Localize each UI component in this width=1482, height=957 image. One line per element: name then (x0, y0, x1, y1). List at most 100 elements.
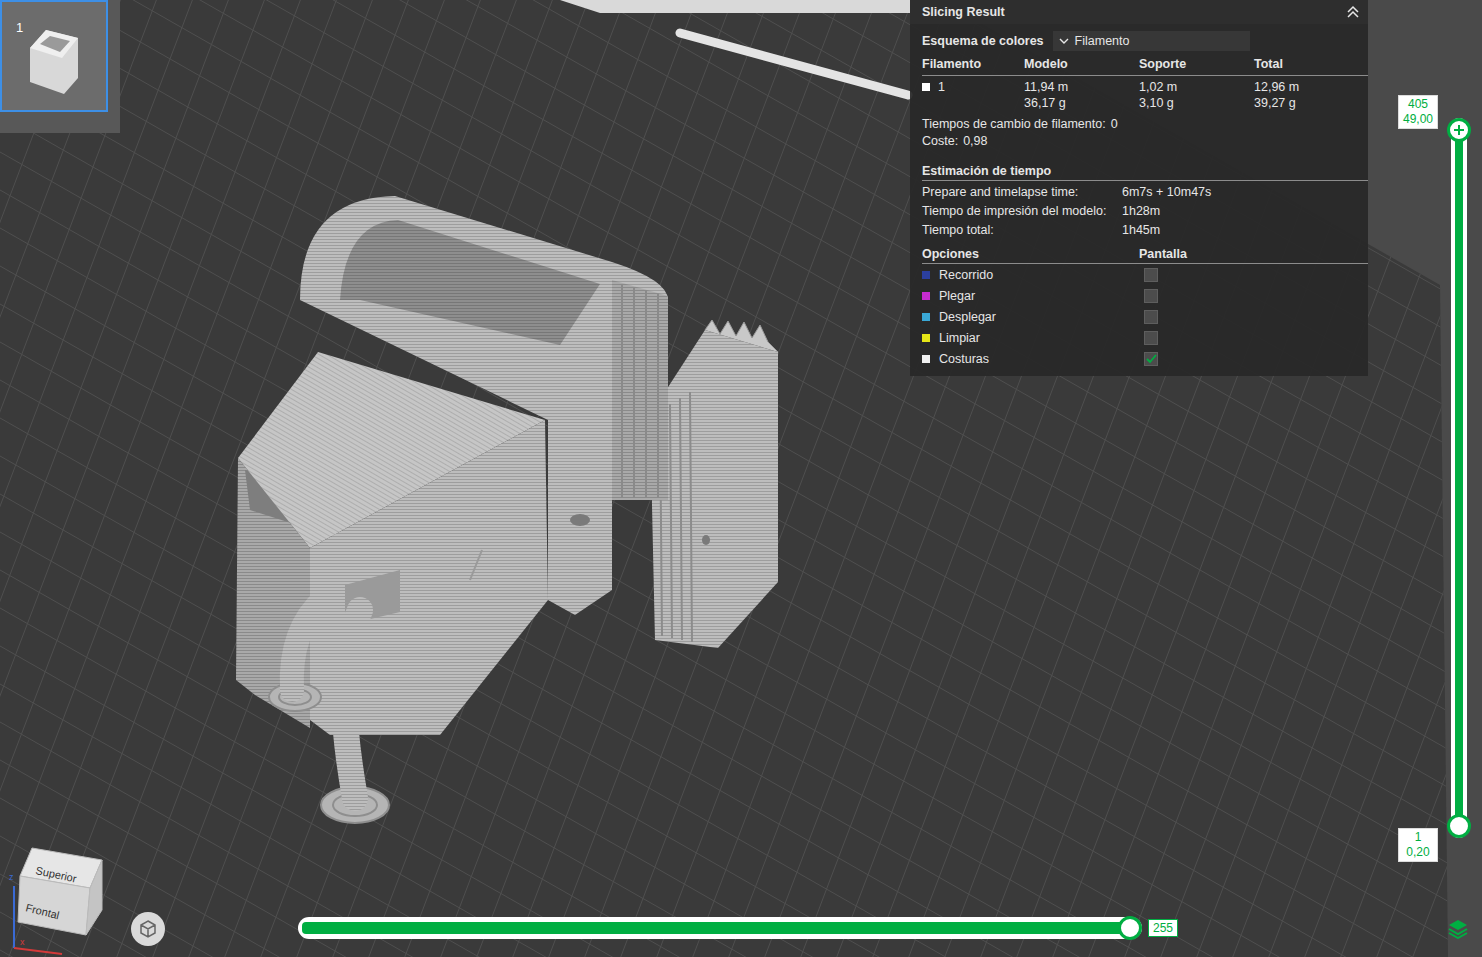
sliced-model[interactable] (236, 196, 778, 823)
z-axis (13, 886, 15, 948)
grid-line (0, 0, 272, 957)
move-slider-handle[interactable] (1118, 916, 1142, 940)
grid-line (1404, 0, 1482, 957)
grid-line (0, 760, 1482, 957)
option-row: Costuras (922, 348, 1368, 369)
color-scheme-label: Esquema de colores (922, 34, 1044, 48)
time-estimate-title: Estimación de tiempo (922, 162, 1368, 181)
move-slider-track[interactable] (298, 917, 1142, 939)
option-checkbox[interactable] (1144, 352, 1158, 366)
option-row: Desplegar (922, 306, 1368, 327)
model-thumbnail-icon (16, 18, 96, 108)
thumbnail-shape (40, 36, 70, 52)
x-axis-label: x (20, 937, 25, 947)
option-label: Desplegar (939, 310, 996, 324)
option-checkbox[interactable] (1144, 268, 1158, 282)
grid-line (1368, 0, 1482, 957)
lower-layer-handle[interactable] (1447, 814, 1471, 838)
cube-front-label: Frontal (25, 901, 61, 921)
option-swatch (922, 313, 930, 321)
plate-thumbnail[interactable]: 1 (0, 0, 108, 112)
option-label-cell: Costuras (922, 352, 1139, 366)
option-swatch (922, 292, 930, 300)
slicing-result-panel: Slicing Result Esquema de colores Filament… (910, 0, 1368, 376)
cost-row: Coste:0,98 (922, 132, 1368, 151)
lower-layer-number: 1 (1399, 830, 1437, 845)
option-label-cell: Plegar (922, 289, 1139, 303)
grid-line (0, 0, 92, 957)
support-cell: 1,02 m3,10 g (1139, 79, 1254, 111)
grid-line (180, 0, 560, 957)
plus-stroke (1454, 125, 1464, 135)
grid-line (0, 0, 1482, 399)
grid-line (576, 0, 956, 957)
option-label: Recorrido (939, 268, 993, 282)
panel-title-bar: Slicing Result (910, 0, 1368, 24)
time-value: 6m7s + 10m47s (1122, 183, 1368, 202)
grid-line (1440, 0, 1482, 957)
grid-line (0, 0, 164, 957)
upper-layer-handle[interactable] (1447, 118, 1471, 142)
collapse-chevron-icon[interactable] (1346, 5, 1360, 19)
grid-line (216, 0, 596, 957)
option-label-cell: Limpiar (922, 331, 1139, 345)
grid-line (648, 0, 1028, 957)
dropdown-chevron-icon (1059, 37, 1069, 45)
time-value: 1h45m (1122, 221, 1368, 240)
cube-view-icon (138, 919, 158, 939)
check-stroke (1147, 355, 1156, 362)
panel-body: Esquema de coloresFilamentoFilamentoMode… (910, 31, 1368, 369)
option-checkbox[interactable] (1144, 289, 1158, 303)
grid-line (0, 0, 1482, 893)
filament-number: 1 (938, 79, 945, 95)
option-row: Recorrido (922, 264, 1368, 285)
grid-line (0, 646, 1482, 957)
grid-line (0, 0, 1482, 817)
upper-layer-label: 40549,00 (1398, 95, 1438, 129)
total-value: 39,27 g (1254, 95, 1368, 111)
layer-shape (1449, 920, 1467, 930)
layer-slider-track[interactable] (1451, 118, 1467, 838)
move-slider-fill (302, 922, 1130, 934)
plate-grid (0, 0, 1482, 957)
grid-line (0, 950, 1482, 957)
column-header: Modelo (1024, 55, 1139, 73)
grid-line (0, 0, 1482, 703)
grid-line (0, 0, 1482, 957)
reset-view-button[interactable] (131, 912, 165, 946)
option-label-cell: Desplegar (922, 310, 1139, 324)
grid-line (0, 798, 1482, 957)
layer-shape (1449, 933, 1467, 938)
layers-icon[interactable] (1447, 917, 1469, 939)
view-cube[interactable]: SuperiorFrontalzx (2, 840, 106, 957)
cube-front-face (18, 876, 90, 935)
time-value: 1h28m (1122, 202, 1368, 221)
filament-cell: 1 (922, 79, 1024, 111)
time-label: Prepare and timelapse time: (922, 183, 1122, 202)
option-label: Plegar (939, 289, 975, 303)
support-value: 3,10 g (1139, 95, 1254, 111)
option-row: Limpiar (922, 327, 1368, 348)
grid-line (0, 570, 1482, 957)
grid-line (0, 684, 1482, 957)
grid-line (0, 836, 1482, 957)
grid-line (0, 304, 1482, 957)
filament-changes-row: Tiempos de cambio de filamento:0 (922, 116, 1368, 132)
option-checkbox[interactable] (1144, 310, 1158, 324)
filament-changes-label: Tiempos de cambio de filamento: (922, 116, 1106, 132)
column-header: Filamento (922, 55, 1024, 73)
chevron-stroke (1060, 39, 1068, 43)
color-scheme-dropdown[interactable]: Filamento (1053, 31, 1250, 51)
grid-line (0, 912, 1482, 957)
grid-line (1476, 0, 1482, 957)
z-axis-label: z (9, 872, 14, 882)
column-header: Total (1254, 55, 1368, 73)
option-checkbox[interactable] (1144, 331, 1158, 345)
total-cell: 12,96 m39,27 g (1254, 79, 1368, 111)
cube-side-face (86, 860, 102, 935)
plate-slot (680, 33, 908, 95)
lower-layer-label: 10,20 (1398, 828, 1438, 862)
grid-line (0, 0, 1482, 957)
grid-line (0, 0, 200, 957)
column-header: Soporte (1139, 55, 1254, 73)
